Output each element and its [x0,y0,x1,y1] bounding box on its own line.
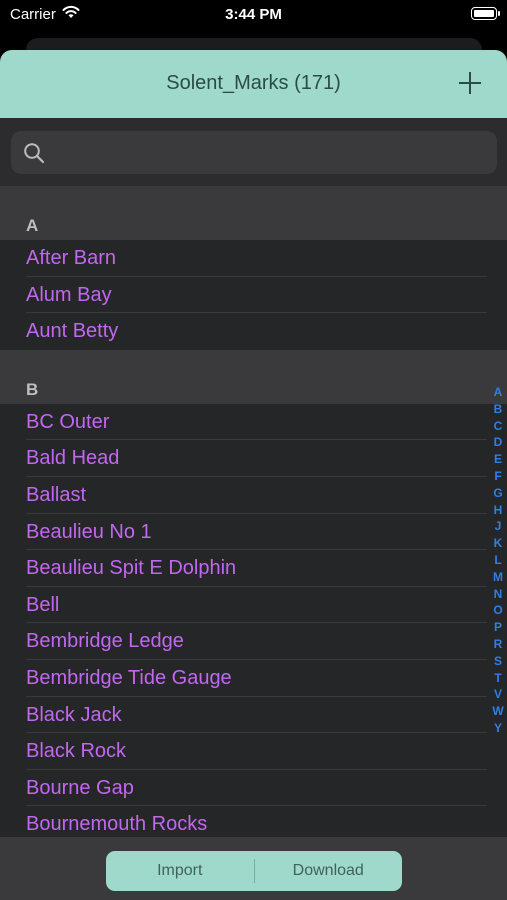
list-item-label: Alum Bay [26,283,112,306]
index-letter-t[interactable]: T [491,670,505,687]
index-letter-k[interactable]: K [491,535,505,552]
list-item[interactable]: Black Jack [0,697,507,734]
list-item-label: Bournemouth Rocks [26,813,208,836]
action-segmented-control: Import Download [106,851,402,891]
section-header-a: A [0,186,507,240]
list-item[interactable]: Bournemouth Rocks [0,806,507,837]
section-index[interactable]: ABCDEFGHJKLMNOPRSTVWY [491,384,505,737]
index-letter-s[interactable]: S [491,653,505,670]
section-label: A [26,216,39,235]
list-item-label: Black Jack [26,703,122,726]
list-item[interactable]: Bald Head [0,440,507,477]
index-letter-e[interactable]: E [491,451,505,468]
list-item-label: Beaulieu No 1 [26,520,152,543]
list-item-label: Beaulieu Spit E Dolphin [26,557,237,580]
add-icon[interactable] [455,68,485,98]
index-letter-f[interactable]: F [491,468,505,485]
list-item[interactable]: After Barn [0,240,507,277]
index-letter-j[interactable]: J [491,518,505,535]
index-letter-d[interactable]: D [491,434,505,451]
list-item[interactable]: Black Rock [0,733,507,770]
section-label: B [26,379,39,399]
index-letter-r[interactable]: R [491,636,505,653]
marks-list[interactable]: A After Barn Alum Bay Aunt Betty B BC Ou… [0,186,507,837]
clock: 3:44 PM [225,6,282,23]
index-letter-y[interactable]: Y [491,720,505,737]
index-letter-v[interactable]: V [491,686,505,703]
index-letter-c[interactable]: C [491,418,505,435]
list-item[interactable]: Alum Bay [0,277,507,314]
index-letter-m[interactable]: M [491,569,505,586]
section-header-b: B [0,349,507,404]
list-item-label: After Barn [26,247,117,269]
index-letter-h[interactable]: H [491,502,505,519]
bottom-toolbar: Import Download [0,837,507,900]
list-item[interactable]: BC Outer [0,404,507,441]
index-letter-a[interactable]: A [491,384,505,401]
search-icon [24,143,45,164]
index-letter-w[interactable]: W [491,703,505,720]
navigation-bar: Solent_Marks (171) [0,50,507,118]
marks-sheet: Solent_Marks (171) A After Barn Alum Bay… [0,50,507,900]
index-letter-n[interactable]: N [491,586,505,603]
list-item-label: BC Outer [26,410,110,433]
index-letter-o[interactable]: O [491,602,505,619]
import-button[interactable]: Import [106,851,254,891]
search-bar [0,118,507,186]
list-item[interactable]: Ballast [0,477,507,514]
list-item[interactable]: Bembridge Tide Gauge [0,660,507,697]
download-button[interactable]: Download [255,851,403,891]
index-letter-g[interactable]: G [491,485,505,502]
list-item-label: Bell [26,593,60,616]
list-item[interactable]: Bembridge Ledge [0,623,507,660]
list-item[interactable]: Bourne Gap [0,770,507,807]
list-item[interactable]: Beaulieu Spit E Dolphin [0,550,507,587]
status-bar: Carrier 3:44 PM [0,0,507,30]
search-input[interactable] [55,131,487,174]
list-item-label: Aunt Betty [26,320,119,343]
list-item[interactable]: Beaulieu No 1 [0,514,507,551]
list-item-label: Bourne Gap [26,776,134,799]
index-letter-p[interactable]: P [491,619,505,636]
search-field[interactable] [11,131,497,174]
index-letter-l[interactable]: L [491,552,505,569]
list-item-label: Black Rock [26,740,127,763]
list-item[interactable]: Bell [0,587,507,624]
index-letter-b[interactable]: B [491,401,505,418]
page-title: Solent_Marks (171) [166,72,341,94]
list-item[interactable]: Aunt Betty [0,313,507,350]
list-item-label: Bembridge Tide Gauge [26,666,232,689]
list-item-label: Bald Head [26,447,120,470]
battery-icon [471,7,500,20]
list-item-label: Bembridge Ledge [26,630,184,653]
list-item-label: Ballast [26,483,87,506]
